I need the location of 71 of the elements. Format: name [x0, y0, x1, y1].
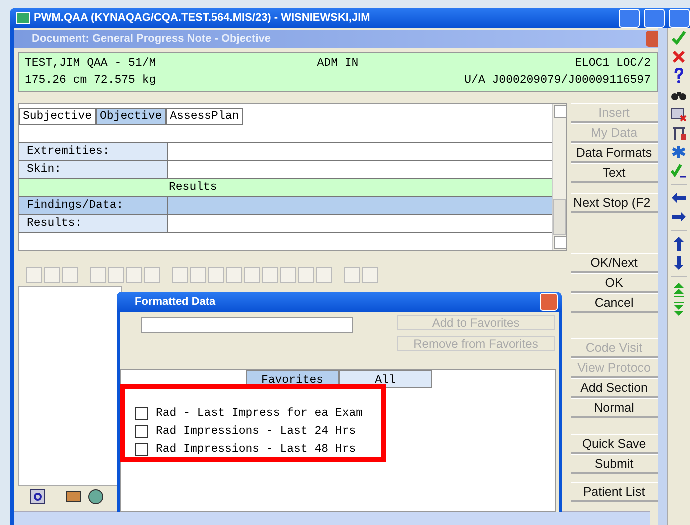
app-icon: [16, 12, 30, 24]
checkbox[interactable]: [135, 407, 148, 420]
arrow-right-icon[interactable]: [671, 209, 687, 225]
asterisk-icon[interactable]: [671, 144, 687, 160]
toolbar-icon[interactable]: [244, 267, 260, 283]
document-title: Document: General Progress Note - Objective: [32, 33, 272, 45]
side-button[interactable]: Data Formats: [570, 143, 658, 163]
horizontal-scrollbar[interactable]: [14, 511, 650, 525]
toolbar-icon[interactable]: [126, 267, 142, 283]
toolbar-icon[interactable]: [44, 267, 60, 283]
document-close-button[interactable]: [646, 31, 658, 47]
double-down-icon[interactable]: [671, 301, 687, 317]
account-number: U/A J000209079/J00009116597: [464, 74, 651, 87]
toolbar-icon[interactable]: [280, 267, 296, 283]
field-label[interactable]: Findings/Data:: [19, 197, 168, 214]
toolbar-icon[interactable]: [144, 267, 160, 283]
card-icon[interactable]: [66, 489, 82, 505]
toolbar-icon[interactable]: [90, 267, 106, 283]
toolbar-icon[interactable]: [362, 267, 378, 283]
note-tab[interactable]: AssessPlan: [166, 108, 244, 125]
maximize-button[interactable]: [644, 8, 665, 28]
side-button[interactable]: Next Stop (F2: [570, 193, 658, 213]
patient-location: ELOC1 LOC/2: [574, 57, 651, 70]
toolbar-icon[interactable]: [190, 267, 206, 283]
checkbox[interactable]: [135, 443, 148, 456]
dialog-close-button[interactable]: [540, 293, 558, 311]
toolbar-icon[interactable]: [208, 267, 224, 283]
patient-name-age: TEST,JIM QAA - 51/M: [25, 57, 158, 70]
field-label[interactable]: Skin:: [19, 161, 168, 178]
side-button[interactable]: Add Section: [570, 378, 658, 398]
toolbar-icon[interactable]: [26, 267, 42, 283]
toolbar-icon[interactable]: [226, 267, 242, 283]
patient-measurements: 175.26 cm 72.575 kg: [25, 74, 158, 87]
admission-status: ADM IN: [316, 57, 360, 70]
checkbox[interactable]: [135, 425, 148, 438]
search-field[interactable]: [141, 317, 353, 333]
format-label: Rad Impressions - Last 24 Hrs: [156, 425, 356, 438]
toolbar-icon[interactable]: [172, 267, 188, 283]
toolbar-icon[interactable]: [316, 267, 332, 283]
tree-pane[interactable]: [18, 286, 122, 486]
format-label: Rad - Last Impress for ea Exam: [156, 407, 364, 420]
close-icon[interactable]: [671, 49, 687, 65]
field-highlight[interactable]: [168, 197, 552, 214]
toolbar-icon[interactable]: [108, 267, 124, 283]
toolbar-icon[interactable]: [298, 267, 314, 283]
note-tab[interactable]: Subjective: [19, 108, 96, 125]
double-up-icon[interactable]: [671, 282, 687, 298]
toolbar-icon[interactable]: [262, 267, 278, 283]
field-label[interactable]: Extremities:: [19, 143, 168, 160]
side-button[interactable]: Quick Save: [570, 434, 658, 454]
side-button[interactable]: OK/Next: [570, 253, 658, 273]
side-button[interactable]: Text: [570, 163, 658, 183]
minimize-button[interactable]: [619, 8, 640, 28]
close-button[interactable]: [669, 8, 690, 28]
vertical-scrollbar[interactable]: [658, 28, 667, 525]
side-button[interactable]: Normal: [570, 398, 658, 418]
section-header: Results: [19, 179, 552, 197]
check-icon[interactable]: [671, 30, 687, 46]
field-label[interactable]: Results:: [19, 215, 168, 232]
side-button[interactable]: Cancel: [570, 293, 658, 313]
toolbar-icon[interactable]: [62, 267, 78, 283]
side-button[interactable]: Submit: [570, 454, 658, 474]
side-button[interactable]: OK: [570, 273, 658, 293]
side-button[interactable]: Patient List: [570, 482, 658, 502]
vertical-scrollbar[interactable]: [552, 104, 566, 250]
window-title: PWM.QAA (KYNAQAG/CQA.TEST.564.MIS/23) - WISNIEWSKI,JIM: [34, 12, 372, 24]
note-tab[interactable]: Objective: [96, 108, 166, 125]
format-label: Rad Impressions - Last 48 Hrs: [156, 443, 356, 456]
toolbar-icon[interactable]: [344, 267, 360, 283]
dialog-title: Formatted Data: [135, 296, 217, 308]
check-icon[interactable]: [671, 163, 687, 179]
